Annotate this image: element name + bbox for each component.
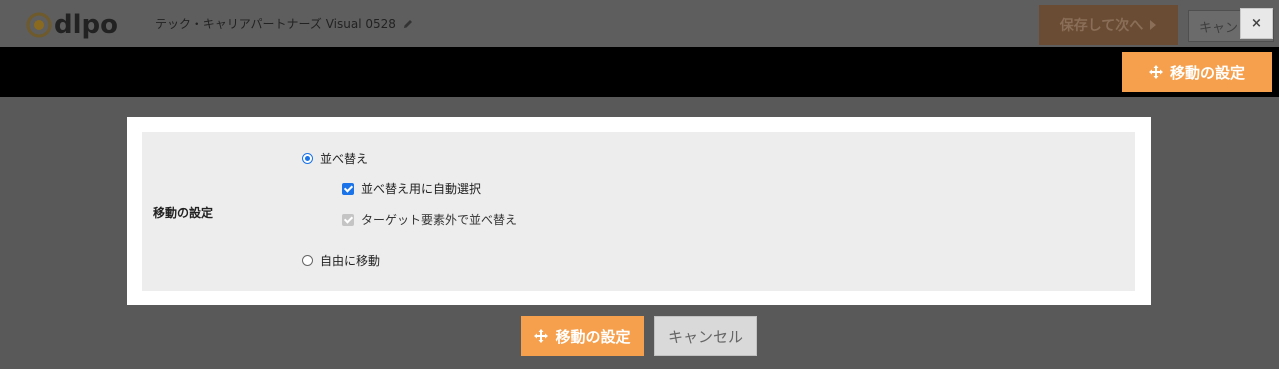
save-and-next-button[interactable]: 保存して次へ bbox=[1039, 5, 1178, 45]
pencil-icon[interactable] bbox=[402, 18, 414, 30]
logo: dlpo bbox=[26, 12, 118, 38]
cancel-label: キャンセル bbox=[667, 327, 743, 346]
checkbox-outside-target-option: ターゲット要素外で並べ替え bbox=[342, 211, 517, 228]
document-title: テック・キャリアパートナーズ Visual 0528 bbox=[155, 15, 414, 32]
checkbox-auto-select[interactable] bbox=[342, 182, 354, 195]
settings-row: 移動の設定 並べ替え 並べ替え用に自動選択 ターゲット要素外で並べ替え 自由に移… bbox=[142, 132, 1135, 291]
row-label: 移動の設定 bbox=[153, 206, 214, 220]
checkbox-outside-target bbox=[342, 213, 354, 226]
save-and-next-label: 保存して次へ bbox=[1059, 18, 1144, 34]
move-arrows-icon bbox=[534, 329, 549, 343]
close-button[interactable]: × bbox=[1240, 8, 1273, 39]
logo-mark-icon bbox=[26, 12, 52, 38]
radio-free-move-option[interactable]: 自由に移動 bbox=[302, 252, 380, 269]
move-arrows-icon bbox=[1148, 65, 1163, 79]
top-header: dlpo テック・キャリアパートナーズ Visual 0528 保存して次へ キ… bbox=[0, 0, 1279, 47]
toolbar-move-settings-label: 移動の設定 bbox=[1169, 63, 1245, 82]
apply-move-settings-label: 移動の設定 bbox=[555, 327, 631, 346]
close-icon: × bbox=[1251, 16, 1262, 31]
radio-free-move-label: 自由に移動 bbox=[320, 254, 381, 268]
checkbox-auto-select-option[interactable]: 並べ替え用に自動選択 bbox=[342, 180, 481, 197]
checkbox-auto-select-label: 並べ替え用に自動選択 bbox=[361, 182, 482, 196]
radio-free-move[interactable] bbox=[302, 255, 313, 266]
move-settings-dialog: 移動の設定 並べ替え 並べ替え用に自動選択 ターゲット要素外で並べ替え 自由に移… bbox=[127, 117, 1151, 305]
toolbar-move-settings-button[interactable]: 移動の設定 bbox=[1122, 52, 1272, 92]
chevron-right-icon bbox=[1150, 20, 1157, 30]
checkbox-outside-target-label: ターゲット要素外で並べ替え bbox=[361, 213, 518, 227]
toolbar-strip bbox=[0, 47, 1279, 97]
radio-sort[interactable] bbox=[302, 153, 313, 164]
logo-text: dlpo bbox=[54, 10, 118, 40]
radio-sort-option[interactable]: 並べ替え bbox=[302, 150, 368, 167]
cancel-button[interactable]: キャンセル bbox=[654, 316, 757, 356]
document-title-text: テック・キャリアパートナーズ Visual 0528 bbox=[155, 17, 396, 31]
apply-move-settings-button[interactable]: 移動の設定 bbox=[521, 316, 644, 356]
top-cancel-label: キャン bbox=[1199, 20, 1239, 36]
radio-sort-label: 並べ替え bbox=[320, 152, 369, 166]
